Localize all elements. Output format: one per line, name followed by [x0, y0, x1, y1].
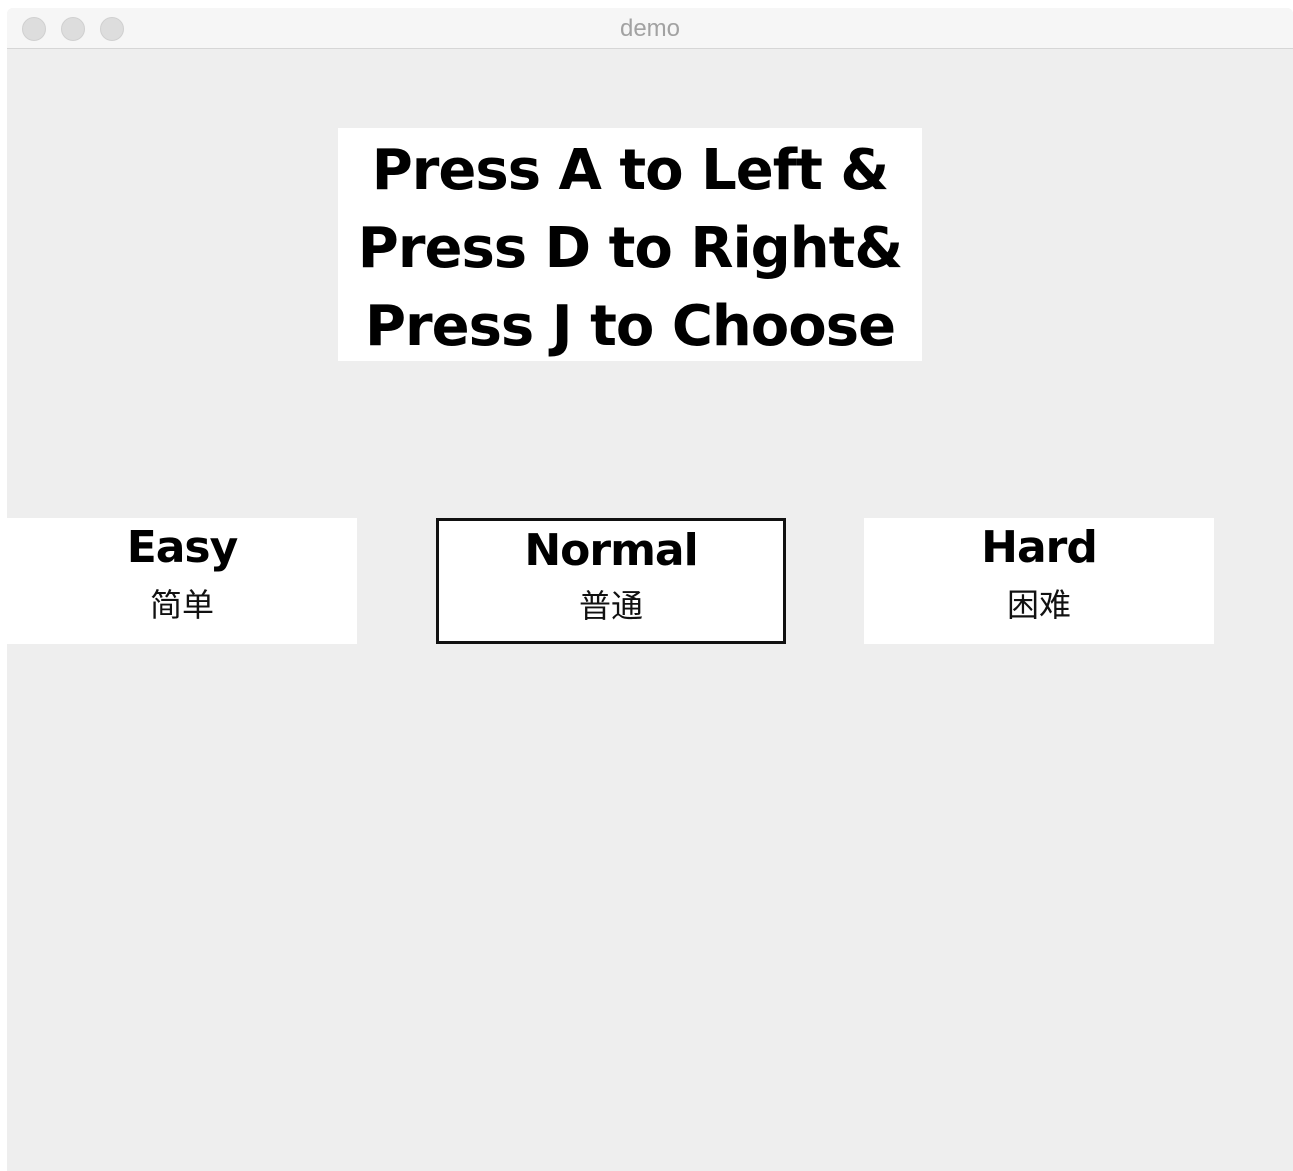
difficulty-subtitle: 困难: [1006, 586, 1071, 624]
instructions-panel: Press A to Left & Press D to Right& Pres…: [338, 128, 922, 361]
app-window: demo Press A to Left & Press D to Right&…: [7, 8, 1293, 1171]
window-title: demo: [619, 15, 681, 42]
difficulty-option-normal[interactable]: Normal 普通: [436, 518, 786, 644]
difficulty-title: Normal: [524, 525, 698, 576]
instruction-right: Press D to Right&: [357, 216, 903, 281]
difficulty-option-easy[interactable]: Easy 简单: [7, 518, 357, 644]
difficulty-subtitle: 普通: [578, 587, 643, 625]
difficulty-option-hard[interactable]: Hard 困难: [864, 518, 1214, 644]
difficulty-title: Hard: [981, 522, 1098, 573]
instruction-choose: Press J to Choose: [364, 294, 896, 359]
instruction-left: Press A to Left &: [371, 138, 890, 203]
title-bar[interactable]: demo: [7, 8, 1293, 49]
difficulty-title: Easy: [126, 522, 239, 573]
difficulty-subtitle: 简单: [149, 586, 214, 624]
